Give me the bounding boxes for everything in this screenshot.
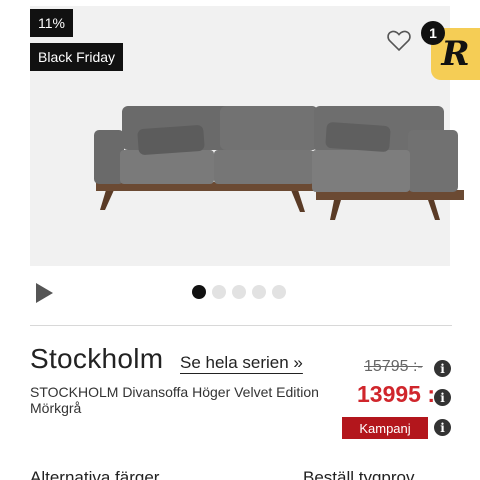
campaign-badge: Kampanj [342,417,428,439]
price-info-icon[interactable]: i [434,389,451,406]
old-price-info-icon[interactable]: i [434,360,451,377]
see-series-link[interactable]: Se hela serien » [180,353,303,373]
gallery-dot-2[interactable] [212,285,226,299]
product-title: Stockholm [30,343,164,374]
wishlist-heart-icon[interactable] [385,26,413,54]
gallery-dot-1[interactable] [192,285,206,299]
order-fabric-sample-link[interactable]: Beställ tygprov [303,468,415,480]
gallery-pagination [192,285,286,299]
alternative-colors-heading[interactable]: Alternativa färger [30,468,159,480]
old-price: 15795 :- [364,358,423,375]
play-video-icon[interactable] [34,282,54,304]
arrow-right-icon[interactable]: → [433,470,451,480]
product-description: STOCKHOLM Divansoffa Höger Velvet Editio… [30,384,319,416]
campaign-info-icon[interactable]: i [434,419,451,436]
black-friday-badge: Black Friday [30,43,124,71]
sofa-image [94,106,464,220]
gallery-dot-3[interactable] [232,285,246,299]
current-price: 13995 :- [357,381,443,407]
gallery-dot-5[interactable] [272,285,286,299]
retailer-count-badge: 1 [421,21,445,45]
discount-badge: 11% [30,9,73,37]
retailer-letter: R [441,34,470,74]
gallery-dot-4[interactable] [252,285,266,299]
section-divider [30,325,452,326]
